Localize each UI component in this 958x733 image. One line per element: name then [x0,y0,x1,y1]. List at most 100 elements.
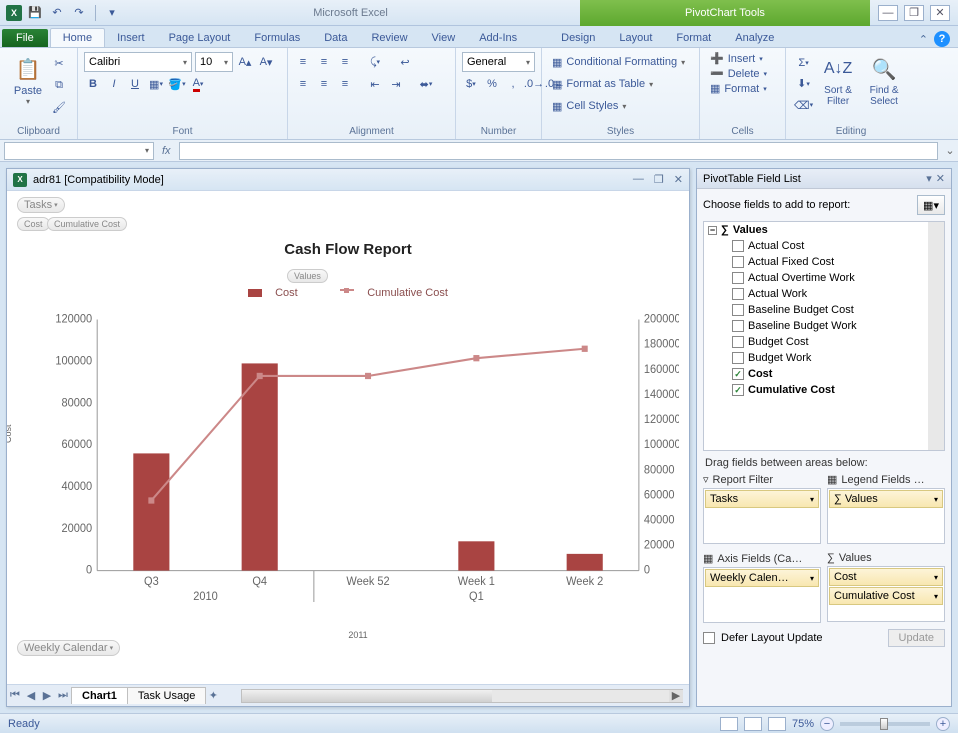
zoom-level[interactable]: 75% [792,718,814,730]
conditional-formatting-button[interactable]: ▦Conditional Formatting▾ [548,51,693,73]
restore-button[interactable]: ❐ [904,5,924,21]
scroll-right-icon[interactable]: ▶ [669,690,683,702]
sheet-nav-prev[interactable]: ◀ [23,688,39,704]
field-list-layout-button[interactable]: ▦▾ [917,195,945,215]
clear-button[interactable]: ⌫▾ [794,96,813,115]
qat-customize-icon[interactable]: ▾ [103,4,121,22]
currency-button[interactable]: $▾ [462,74,480,94]
cell-styles-button[interactable]: ▦Cell Styles▾ [548,95,693,117]
tab-view[interactable]: View [420,29,468,47]
help-icon[interactable]: ? [934,31,950,47]
values-chip[interactable]: Values [287,269,328,283]
field-group-values[interactable]: − ∑ Values [704,222,944,238]
minimize-button[interactable]: — [878,5,898,21]
drop-item-cost[interactable]: Cost▾ [829,568,943,586]
field-list-scrollbar[interactable] [928,222,944,450]
field-item[interactable]: ✓Cost [704,366,944,382]
name-box[interactable]: ▾ [4,142,154,160]
tab-addins[interactable]: Add-Ins [467,29,529,47]
legend-chip-cost[interactable]: Cost [17,217,50,231]
report-filter-box[interactable]: Tasks▾ [703,488,821,544]
zoom-thumb[interactable] [880,718,888,730]
bold-button[interactable]: B [84,74,102,94]
fill-color-button[interactable]: 🪣▾ [168,74,186,94]
undo-button[interactable]: ↶ [48,4,66,22]
zoom-slider[interactable] [840,722,930,726]
field-item[interactable]: Baseline Budget Work [704,318,944,334]
cut-button[interactable]: ✂ [50,53,68,73]
doc-minimize-button[interactable]: — [633,173,644,186]
formula-input[interactable] [179,142,938,160]
border-button[interactable]: ▦▾ [147,74,165,94]
paste-button[interactable]: 📋 Paste ▾ [6,51,50,117]
tab-formulas[interactable]: Formulas [242,29,312,47]
axis-chip-weekly[interactable]: Weekly Calendar▾ [17,640,120,656]
tab-format[interactable]: Format [664,29,723,47]
orientation-button[interactable]: ⤹▾ [366,52,384,72]
font-family-combo[interactable]: Calibri▾ [84,52,192,72]
file-tab[interactable]: File [2,29,48,47]
align-top-button[interactable]: ≡ [294,52,312,72]
defer-checkbox[interactable] [703,632,715,644]
fill-button[interactable]: ⬇▾ [794,74,813,93]
delete-cells-button[interactable]: ➖Delete▾ [706,66,779,81]
align-bottom-button[interactable]: ≡ [336,52,354,72]
insert-cells-button[interactable]: ➕Insert▾ [706,51,779,66]
copy-button[interactable]: ⧉ [50,75,68,95]
field-item[interactable]: Actual Fixed Cost [704,254,944,270]
field-item[interactable]: Budget Cost [704,334,944,350]
scrollbar-thumb[interactable] [242,690,492,702]
sheet-tab-taskusage[interactable]: Task Usage [127,687,206,704]
wrap-text-button[interactable]: ↩ [396,52,414,72]
sheet-nav-last[interactable]: ⏭ [55,688,71,704]
field-item[interactable]: Baseline Budget Cost [704,302,944,318]
field-list[interactable]: − ∑ Values Actual CostActual Fixed CostA… [703,221,945,451]
formula-bar-expand-icon[interactable]: ⌄ [942,144,958,157]
field-item[interactable]: Actual Cost [704,238,944,254]
tab-design[interactable]: Design [549,29,607,47]
align-middle-button[interactable]: ≡ [315,52,333,72]
sort-filter-button[interactable]: A↓Z Sort & Filter [815,51,861,117]
autosum-button[interactable]: Σ▾ [794,53,813,72]
merge-center-button[interactable]: ⬌▾ [417,74,435,94]
sheet-nav-next[interactable]: ▶ [39,688,55,704]
tab-page-layout[interactable]: Page Layout [157,29,243,47]
doc-restore-button[interactable]: ❐ [654,173,664,186]
close-button[interactable]: ✕ [930,5,950,21]
values-box[interactable]: Cost▾ Cumulative Cost▾ [827,566,945,622]
axis-fields-box[interactable]: Weekly Calen…▾ [703,567,821,623]
drop-item-values[interactable]: ∑ Values▾ [829,490,943,508]
align-right-button[interactable]: ≡ [336,74,354,94]
fx-icon[interactable]: fx [162,145,171,157]
shrink-font-button[interactable]: A▾ [257,52,275,72]
redo-button[interactable]: ↷ [70,4,88,22]
format-as-table-button[interactable]: ▦Format as Table▾ [548,73,693,95]
field-list-dropdown-icon[interactable]: ▾ [926,172,932,185]
field-checkbox[interactable] [732,320,744,332]
drop-item-weekly[interactable]: Weekly Calen…▾ [705,569,819,587]
field-item[interactable]: Budget Work [704,350,944,366]
new-sheet-button[interactable]: ✦ [205,688,221,704]
view-page-break-button[interactable] [768,717,786,731]
legend-fields-box[interactable]: ∑ Values▾ [827,488,945,544]
field-item[interactable]: Actual Work [704,286,944,302]
field-checkbox[interactable] [732,272,744,284]
underline-button[interactable]: U [126,74,144,94]
collapse-icon[interactable]: − [708,226,717,235]
field-checkbox[interactable] [732,352,744,364]
percent-button[interactable]: % [483,74,501,94]
tab-review[interactable]: Review [359,29,419,47]
align-left-button[interactable]: ≡ [294,74,312,94]
field-checkbox[interactable] [732,336,744,348]
field-item[interactable]: ✓Cumulative Cost [704,382,944,398]
field-item[interactable]: Actual Overtime Work [704,270,944,286]
format-painter-button[interactable]: 🖌 [50,97,68,117]
filter-chip-tasks[interactable]: Tasks▾ [17,197,65,213]
comma-button[interactable]: , [504,74,522,94]
italic-button[interactable]: I [105,74,123,94]
view-page-layout-button[interactable] [744,717,762,731]
field-checkbox[interactable] [732,240,744,252]
font-color-button[interactable]: A▾ [189,74,207,94]
format-cells-button[interactable]: ▦Format▾ [706,81,779,96]
drop-item-tasks[interactable]: Tasks▾ [705,490,819,508]
